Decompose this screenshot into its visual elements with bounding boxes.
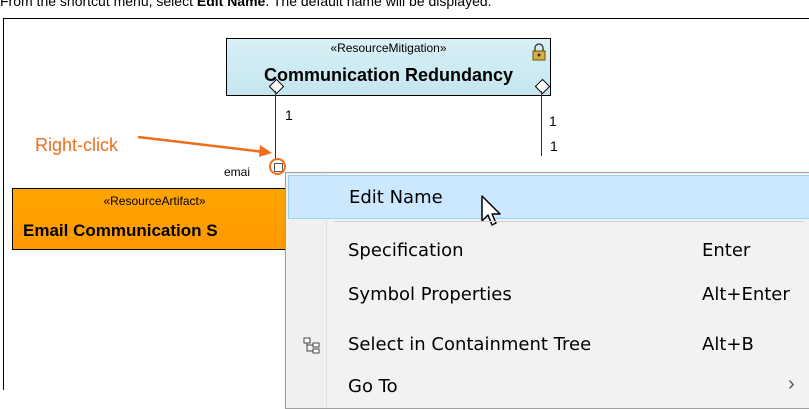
menu-item-go-to[interactable]: Go To › bbox=[288, 365, 809, 409]
diagram-canvas[interactable]: «ResourceMitigation» Communication Redun… bbox=[3, 18, 809, 409]
port-highlight-circle bbox=[269, 158, 286, 175]
menu-item-label: Select in Containment Tree bbox=[348, 334, 592, 355]
caption-text: From the shortcut menu, select bbox=[0, 0, 197, 9]
instruction-caption: From the shortcut menu, select Edit Name… bbox=[0, 0, 492, 9]
block-stereotype: «ResourceMitigation» bbox=[330, 41, 447, 55]
mitigation-icon bbox=[532, 43, 546, 61]
menu-item-edit-name[interactable]: Edit Name bbox=[288, 175, 809, 226]
menu-item-label: Go To bbox=[348, 376, 398, 397]
artifact-stereotype: «ResourceArtifact» bbox=[103, 194, 206, 208]
artifact-name: Email Communication S bbox=[23, 221, 218, 240]
menu-item-shortcut: Alt+Enter bbox=[702, 284, 790, 305]
menu-item-label: Edit Name bbox=[349, 187, 443, 208]
caption-suffix: . The default name will be displayed. bbox=[265, 0, 492, 9]
multiplicity-right: 1 bbox=[549, 113, 557, 129]
containment-tree-icon bbox=[303, 337, 320, 354]
menu-separator bbox=[334, 221, 804, 222]
association-line-right bbox=[541, 91, 542, 156]
annotation-arrow-icon bbox=[138, 135, 272, 157]
resource-artifact-block[interactable]: «ResourceArtifact» Email Communication S bbox=[12, 188, 297, 250]
menu-item-specification[interactable]: Specification Enter bbox=[288, 229, 809, 273]
chevron-right-icon: › bbox=[788, 373, 795, 395]
multiplicity-left: 1 bbox=[285, 107, 293, 123]
multiplicity-right-lower: 1 bbox=[550, 138, 558, 154]
menu-item-select-in-containment-tree[interactable]: Select in Containment Tree Alt+B bbox=[288, 323, 809, 367]
context-menu[interactable]: Edit Name Specification Enter Symbol Pro… bbox=[285, 172, 809, 409]
menu-item-shortcut: Alt+B bbox=[702, 334, 754, 355]
menu-item-shortcut: Enter bbox=[702, 240, 751, 261]
menu-item-symbol-properties[interactable]: Symbol Properties Alt+Enter bbox=[288, 273, 809, 317]
mouse-cursor-icon bbox=[481, 195, 501, 226]
menu-item-label: Symbol Properties bbox=[348, 284, 512, 305]
port-label: emai bbox=[224, 165, 251, 179]
right-click-annotation: Right-click bbox=[35, 135, 119, 155]
menu-item-label: Specification bbox=[348, 240, 464, 261]
caption-emphasis: Edit Name bbox=[196, 0, 266, 9]
